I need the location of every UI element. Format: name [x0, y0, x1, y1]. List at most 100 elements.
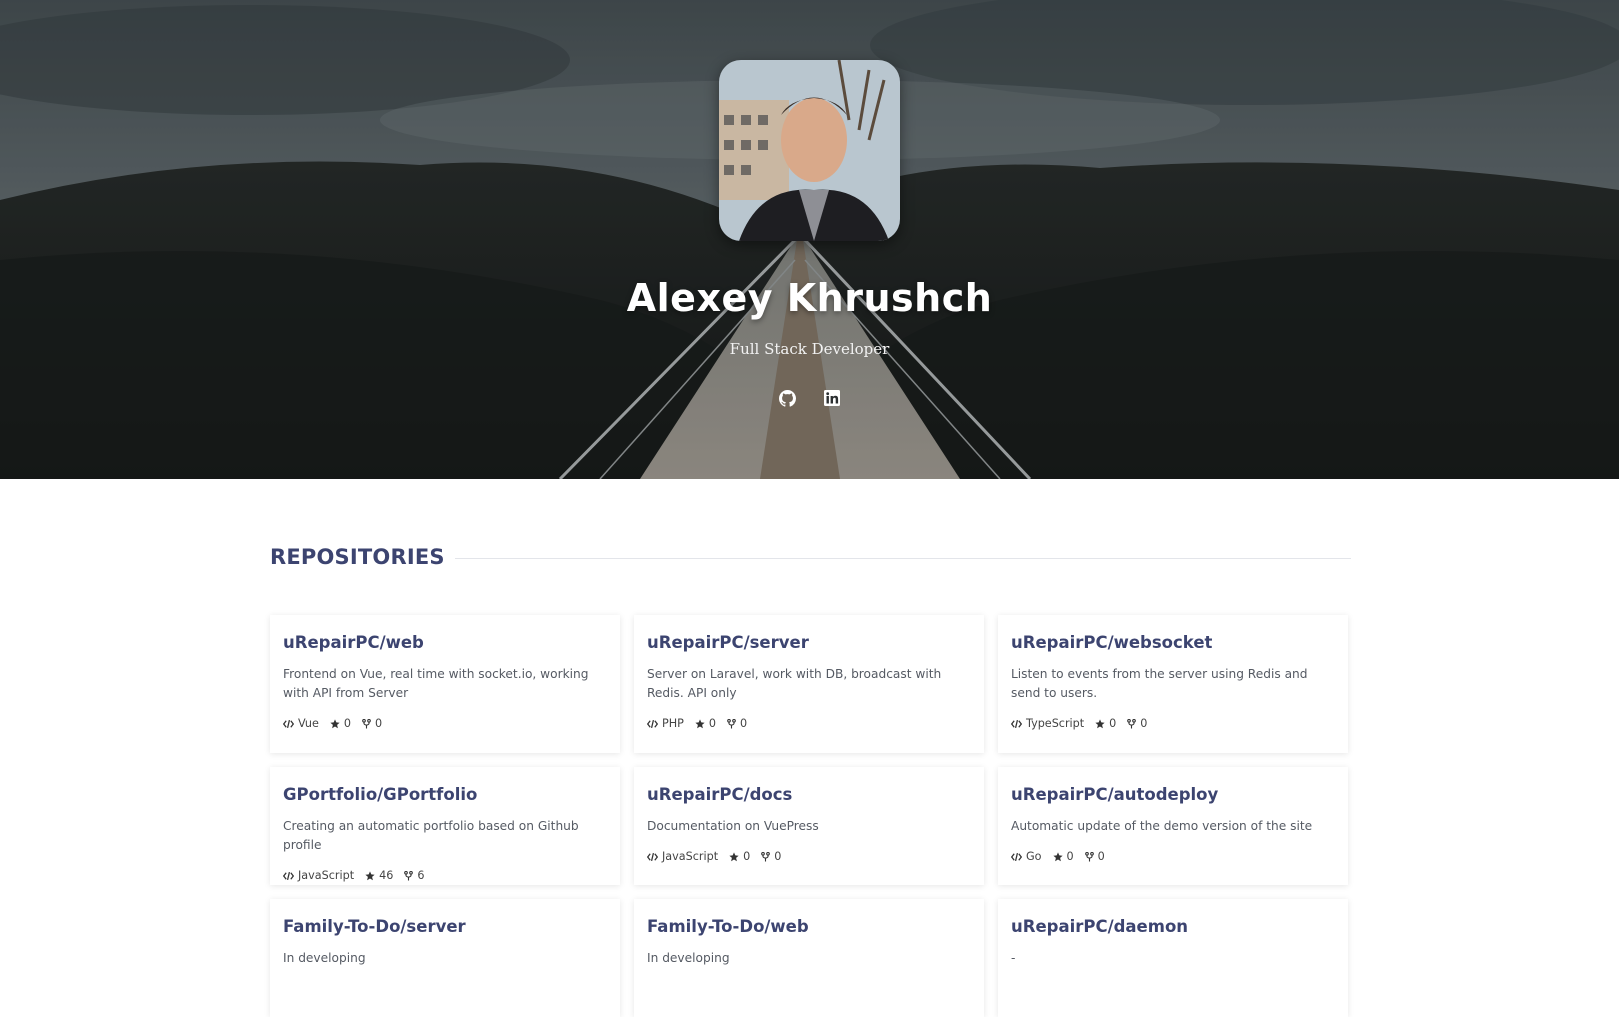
fork-icon: [727, 718, 736, 728]
star-icon: [695, 719, 705, 729]
forks-count: 0: [375, 717, 383, 730]
stars-count: 46: [379, 869, 394, 882]
repo-title[interactable]: uRepairPC/autodeploy: [1011, 783, 1335, 807]
repo-meta: JavaScript 46 6: [283, 869, 607, 883]
repo-stars: 0: [1095, 717, 1116, 731]
stars-count: 0: [743, 850, 751, 863]
section-title: REPOSITORIES: [270, 545, 445, 569]
repo-description: Creating an automatic portfolio based on…: [283, 819, 579, 852]
repo-description: Frontend on Vue, real time with socket.i…: [283, 667, 589, 700]
code-icon: [1011, 853, 1022, 861]
linkedin-icon: [823, 390, 840, 406]
section-divider: [454, 557, 1351, 559]
github-link[interactable]: [779, 389, 797, 407]
repo-card[interactable]: uRepairPC/websocket Listen to events fro…: [998, 615, 1348, 753]
repo-meta: TypeScript 0 0: [1011, 717, 1335, 731]
code-icon: [1011, 720, 1022, 728]
repo-meta: PHP 0 0: [647, 717, 971, 731]
code-icon: [647, 853, 658, 861]
code-icon: [283, 872, 294, 880]
fork-icon: [362, 718, 371, 728]
forks-count: 0: [774, 850, 782, 863]
repo-card[interactable]: Family-To-Do/server In developing: [270, 899, 620, 1017]
repo-stars: 0: [695, 717, 716, 731]
repo-description: -: [1011, 951, 1016, 965]
repo-forks: 6: [404, 869, 424, 883]
repo-forks: 0: [1127, 717, 1147, 731]
fork-icon: [761, 851, 771, 861]
repo-meta: Go 0 0: [1011, 850, 1335, 864]
stars-count: 0: [708, 717, 717, 730]
stars-count: 0: [343, 717, 351, 730]
repo-description: In developing: [647, 951, 730, 965]
star-icon: [1095, 719, 1105, 729]
stars-count: 0: [1109, 717, 1117, 730]
repo-forks: 0: [1084, 850, 1105, 864]
language-label: JavaScript: [662, 850, 719, 863]
repo-forks: 0: [761, 850, 781, 864]
code-icon: [647, 720, 658, 728]
repo-language: Vue: [283, 717, 319, 731]
repo-card[interactable]: uRepairPC/daemon -: [998, 899, 1348, 1017]
repo-language: PHP: [647, 717, 684, 731]
repo-stars: 0: [330, 717, 351, 731]
repo-language: JavaScript: [283, 869, 354, 883]
repo-stars: 0: [729, 850, 750, 864]
fork-icon: [1127, 718, 1137, 728]
repo-title[interactable]: uRepairPC/websocket: [1011, 631, 1335, 655]
code-icon: [283, 720, 294, 728]
avatar-photo: [719, 60, 900, 241]
repo-language: Go: [1011, 850, 1042, 864]
repo-description: Documentation on VuePress: [647, 819, 819, 833]
repo-title[interactable]: GPortfolio/GPortfolio: [283, 783, 607, 807]
language-label: JavaScript: [298, 869, 355, 882]
repo-card[interactable]: uRepairPC/web Frontend on Vue, real time…: [270, 615, 620, 753]
repo-description: Automatic update of the demo version of …: [1011, 819, 1313, 833]
section-header: REPOSITORIES: [270, 540, 1351, 574]
hero-banner: Alexey Khrushch Full Stack Developer: [0, 0, 1619, 479]
repo-stars: 46: [365, 869, 393, 883]
repositories-section: REPOSITORIES uRepairPC/web Frontend on V…: [270, 540, 1351, 1017]
repo-title[interactable]: Family-To-Do/server: [283, 915, 607, 939]
stars-count: 0: [1066, 850, 1074, 863]
repo-card[interactable]: uRepairPC/autodeploy Automatic update of…: [998, 767, 1348, 885]
repo-title[interactable]: uRepairPC/daemon: [1011, 915, 1335, 939]
repo-description: Server on Laravel, work with DB, broadca…: [647, 667, 942, 700]
repo-description: In developing: [283, 951, 366, 965]
language-label: Vue: [298, 717, 319, 730]
forks-count: 0: [1140, 717, 1148, 730]
linkedin-link[interactable]: [823, 389, 841, 407]
forks-count: 6: [417, 869, 425, 882]
repo-language: TypeScript: [1011, 717, 1084, 731]
star-icon: [365, 871, 375, 881]
github-icon: [779, 389, 796, 407]
repo-card[interactable]: uRepairPC/docs Documentation on VuePress…: [634, 767, 984, 885]
star-icon: [330, 719, 340, 729]
repo-title[interactable]: uRepairPC/web: [283, 631, 607, 655]
repo-grid: uRepairPC/web Frontend on Vue, real time…: [270, 615, 1351, 1017]
language-label: PHP: [662, 717, 684, 730]
repo-description: Listen to events from the server using R…: [1011, 667, 1308, 700]
repo-title[interactable]: uRepairPC/server: [647, 631, 971, 655]
repo-meta: JavaScript 0 0: [647, 850, 971, 864]
repo-card[interactable]: uRepairPC/server Server on Laravel, work…: [634, 615, 984, 753]
fork-icon: [404, 870, 414, 880]
profile-subtitle: Full Stack Developer: [729, 340, 890, 358]
social-links: [779, 389, 841, 407]
repo-card[interactable]: GPortfolio/GPortfolio Creating an automa…: [270, 767, 620, 885]
language-label: TypeScript: [1026, 717, 1085, 730]
star-icon: [1052, 852, 1063, 862]
forks-count: 0: [1097, 850, 1105, 863]
repo-title[interactable]: uRepairPC/docs: [647, 783, 971, 807]
repo-language: JavaScript: [647, 850, 718, 864]
repo-forks: 0: [727, 717, 747, 731]
repo-card[interactable]: Family-To-Do/web In developing: [634, 899, 984, 1017]
language-label: Go: [1026, 850, 1042, 863]
profile-name: Alexey Khrushch: [626, 276, 993, 320]
repo-title[interactable]: Family-To-Do/web: [647, 915, 971, 939]
star-icon: [729, 852, 739, 862]
fork-icon: [1084, 851, 1094, 861]
forks-count: 0: [740, 717, 748, 730]
repo-forks: 0: [362, 717, 382, 731]
avatar: [719, 60, 900, 241]
